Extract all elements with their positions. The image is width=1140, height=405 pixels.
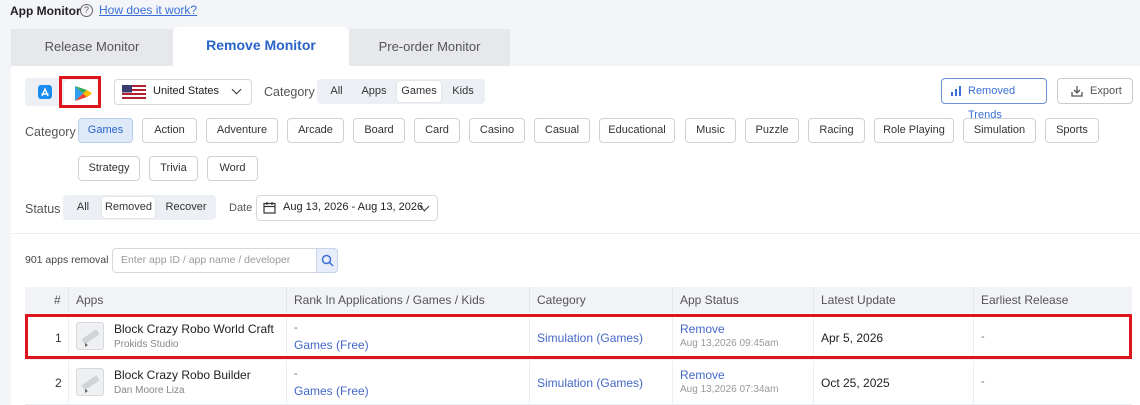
status-recover[interactable]: Recover [161,197,211,218]
column-latest-update: Latest Update [821,293,896,307]
column-index: # [54,293,61,307]
robot-block-icon [81,375,100,393]
cell-divider [973,361,974,405]
status-value[interactable]: Remove [680,368,725,382]
category-type-apps[interactable]: Apps [356,81,392,102]
category-chip-sports[interactable]: Sports [1045,118,1099,143]
column-divider [68,287,69,313]
category-chip-simulation[interactable]: Simulation [963,118,1036,143]
section-divider [11,233,1140,234]
us-flag-icon [122,85,146,99]
column-category: Category [537,293,586,307]
category-chip-arcade[interactable]: Arcade [287,118,344,143]
category-chip-racing[interactable]: Racing [808,118,865,143]
column-divider [813,287,814,313]
category-chip-trivia[interactable]: Trivia [149,156,198,181]
export-label: Export [1090,85,1122,97]
search-button[interactable] [316,248,338,273]
category-type-label: Category [264,85,315,99]
column-app-status: App Status [680,293,739,307]
cell-divider [529,361,530,405]
search-icon [321,254,334,267]
how-it-works-link[interactable]: How does it work? [99,3,197,17]
category-chip-music[interactable]: Music [685,118,736,143]
help-icon[interactable]: ? [80,4,93,17]
developer-name[interactable]: Dan Moore Liza [114,385,185,396]
category-chip-educational[interactable]: Educational [599,118,675,143]
category-link[interactable]: Simulation (Games) [537,376,643,390]
category-chip-word[interactable]: Word [207,156,258,181]
column-earliest-release: Earliest Release [981,293,1069,307]
bar-chart-icon [951,86,961,96]
app-icon[interactable] [76,368,104,396]
category-filter-label: Category [25,125,76,139]
results-count: 901 apps removal [25,254,109,266]
column-divider [672,287,673,313]
removed-trends-button[interactable]: Removed Trends [941,78,1047,121]
tab-remove-monitor[interactable]: Remove Monitor [173,27,349,66]
rank-value: - [294,368,298,380]
status-all[interactable]: All [69,197,97,218]
column-divider [529,287,530,313]
category-chip-games[interactable]: Games [78,118,133,143]
latest-update-value: Oct 25, 2025 [821,376,890,390]
tab-release-monitor[interactable]: Release Monitor [11,29,173,66]
category-chip-adventure[interactable]: Adventure [206,118,278,143]
category-type-kids[interactable]: Kids [446,81,480,102]
category-chip-role-playing[interactable]: Role Playing [874,118,954,143]
country-value: United States [153,85,220,97]
page-title: App Monitor [10,4,81,18]
status-removed[interactable]: Removed [102,197,155,218]
category-chip-casino[interactable]: Casino [469,118,525,143]
column-divider [286,287,287,313]
export-icon [1071,86,1083,97]
date-range-value: Aug 13, 2026 - Aug 13, 2026 [283,201,424,213]
row-index: 2 [55,376,62,390]
google-play-highlight [59,76,101,108]
category-chip-board[interactable]: Board [353,118,405,143]
status-label: Status [25,202,61,216]
column-rank: Rank In Applications / Games / Kids [294,293,485,307]
calendar-icon [263,202,276,214]
category-chip-puzzle[interactable]: Puzzle [745,118,799,143]
cell-divider [286,361,287,405]
app-store-icon [38,85,52,99]
app-name-link[interactable]: Block Crazy Robo Builder [114,368,251,382]
earliest-release-value: - [981,376,985,388]
category-type-games[interactable]: Games [397,81,441,102]
export-button[interactable]: Export [1057,78,1133,104]
rank-category-link[interactable]: Games (Free) [294,384,369,398]
row-highlight-box [25,314,1132,359]
cell-divider [813,361,814,405]
category-type-all[interactable]: All [323,81,350,102]
status-timestamp: Aug 13,2026 07:34am [680,384,779,395]
app-store-button[interactable] [31,81,59,103]
category-chip-casual[interactable]: Casual [534,118,590,143]
column-apps: Apps [76,293,104,307]
category-chip-strategy[interactable]: Strategy [78,156,140,181]
tab-preorder-monitor[interactable]: Pre-order Monitor [349,29,510,66]
search-input[interactable]: Enter app ID / app name / developer [112,248,317,273]
category-chip-card[interactable]: Card [414,118,460,143]
date-label: Date [229,202,253,214]
cell-divider [68,361,69,405]
cell-divider [672,361,673,405]
category-chip-action[interactable]: Action [142,118,197,143]
column-divider [973,287,974,313]
